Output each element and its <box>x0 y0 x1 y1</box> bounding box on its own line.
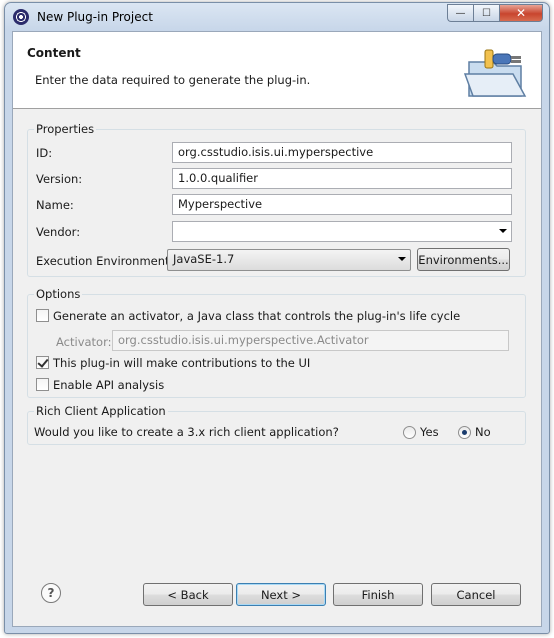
next-button[interactable]: Next > <box>236 583 326 606</box>
ui-contributions-label[interactable]: This plug-in will make contributions to … <box>53 356 310 370</box>
version-field[interactable]: 1.0.0.qualifier <box>172 168 512 189</box>
ui-contributions-checkbox[interactable] <box>36 356 49 369</box>
cancel-button[interactable]: Cancel <box>431 583 521 606</box>
window-title: New Plug-in Project <box>37 10 153 24</box>
generate-activator-checkbox[interactable] <box>36 309 49 322</box>
options-group-label: Options <box>34 287 83 301</box>
rca-question: Would you like to create a 3.x rich clie… <box>34 425 339 439</box>
vendor-combo[interactable] <box>172 221 512 242</box>
page-description: Enter the data required to generate the … <box>35 73 311 87</box>
chevron-down-icon[interactable] <box>398 257 406 261</box>
back-button[interactable]: < Back <box>143 583 233 606</box>
dialog-client: Content Enter the data required to gener… <box>12 31 542 627</box>
eclipse-icon <box>13 9 29 25</box>
rca-group: Rich Client Application Would you like t… <box>27 404 526 445</box>
environments-button[interactable]: Environments... <box>417 248 510 271</box>
properties-group-label: Properties <box>34 122 97 136</box>
api-analysis-checkbox[interactable] <box>36 378 49 391</box>
exec-env-label: Execution Environment: <box>36 254 174 268</box>
maximize-button[interactable]: ☐ <box>473 4 499 22</box>
rca-yes-label[interactable]: Yes <box>420 425 439 439</box>
help-icon[interactable]: ? <box>41 583 61 603</box>
activator-label: Activator: <box>56 335 112 349</box>
name-field[interactable]: Myperspective <box>172 194 512 215</box>
close-button[interactable]: ✕ <box>499 4 543 22</box>
api-analysis-label[interactable]: Enable API analysis <box>53 378 164 392</box>
page-title: Content <box>27 46 81 60</box>
title-bar[interactable]: New Plug-in Project — ☐ ✕ <box>5 3 549 31</box>
options-group: Options Generate an activator, a Java cl… <box>27 287 526 398</box>
chevron-down-icon[interactable] <box>499 229 507 233</box>
plugin-folder-icon <box>463 49 527 97</box>
rca-group-label: Rich Client Application <box>34 404 168 418</box>
id-label: ID: <box>36 146 53 160</box>
vendor-label: Vendor: <box>36 225 81 239</box>
finish-button[interactable]: Finish <box>333 583 423 606</box>
activator-field[interactable]: org.csstudio.isis.ui.myperspective.Activ… <box>112 330 509 351</box>
minimize-button[interactable]: — <box>447 4 473 22</box>
name-label: Name: <box>36 198 74 212</box>
dialog-window: New Plug-in Project — ☐ ✕ Content Enter … <box>4 2 550 634</box>
generate-activator-label[interactable]: Generate an activator, a Java class that… <box>53 309 460 323</box>
properties-group: Properties ID: org.csstudio.isis.ui.mype… <box>27 122 526 277</box>
id-field[interactable]: org.csstudio.isis.ui.myperspective <box>172 142 512 163</box>
rca-no-label[interactable]: No <box>475 425 491 439</box>
exec-env-combo[interactable]: JavaSE-1.7 <box>167 249 411 271</box>
exec-env-value: JavaSE-1.7 <box>173 252 235 266</box>
version-label: Version: <box>36 172 83 186</box>
rca-yes-radio[interactable] <box>403 426 416 439</box>
wizard-header: Content Enter the data required to gener… <box>13 32 541 109</box>
rca-no-radio[interactable] <box>458 426 471 439</box>
